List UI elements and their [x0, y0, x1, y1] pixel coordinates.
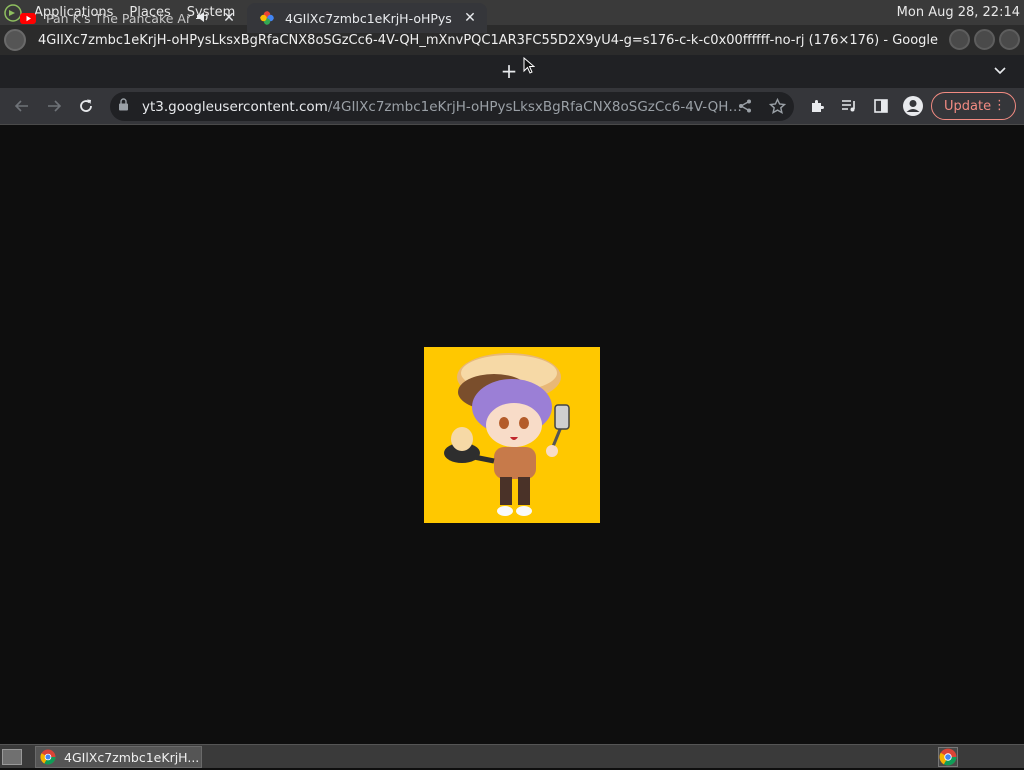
close-tab-icon[interactable]: ✕ [220, 9, 238, 27]
share-icon[interactable] [733, 94, 757, 118]
more-menu-icon[interactable]: ⋮ [993, 98, 1006, 114]
tab-image[interactable]: 4GIlXc7zmbc1eKrjH-oHPysLks ✕ [247, 3, 487, 33]
close-tab-icon[interactable]: ✕ [461, 9, 479, 27]
taskbar-window-label: 4GIlXc7zmbc1eKrjH... [64, 749, 200, 765]
mouse-pointer-icon [523, 57, 535, 74]
clock[interactable]: Mon Aug 28, 22:14 [897, 5, 1024, 20]
side-panel-icon[interactable] [869, 94, 893, 118]
window-title: 4GIlXc7zmbc1eKrjH-oHPysLksxBgRfaCNX8oSGz… [38, 32, 938, 48]
url-host: yt3.googleusercontent.com [142, 98, 328, 115]
chibi-chef-illustration [424, 347, 600, 523]
media-control-icon[interactable] [837, 94, 861, 118]
new-tab-button[interactable]: + [498, 59, 520, 83]
displayed-image[interactable] [424, 347, 600, 523]
taskbar-window-chrome[interactable]: 4GIlXc7zmbc1eKrjH... [35, 746, 202, 768]
profile-avatar-icon[interactable] [901, 94, 925, 118]
page-content [0, 126, 1024, 744]
reload-icon[interactable] [74, 94, 98, 118]
tray-chrome-icon[interactable] [938, 747, 958, 767]
minimize-button[interactable] [949, 29, 970, 50]
url-path: /4GIlXc7zmbc1eKrjH-oHPysLksxBgRfaCNX8oSG… [327, 98, 748, 115]
speaker-icon[interactable] [196, 10, 212, 27]
back-icon[interactable] [10, 94, 34, 118]
google-photos-icon [259, 10, 275, 26]
update-button[interactable]: Update ⋮ [931, 92, 1016, 120]
window-controls [949, 29, 1020, 50]
youtube-icon [20, 10, 36, 26]
bookmark-star-icon[interactable] [765, 94, 789, 118]
maximize-button[interactable] [974, 29, 995, 50]
address-bar[interactable]: yt3.googleusercontent.com /4GIlXc7zmbc1e… [110, 92, 794, 121]
tab-label: 4GIlXc7zmbc1eKrjH-oHPysLks [285, 10, 453, 26]
tab-search-chevron-icon[interactable] [990, 61, 1010, 81]
system-bottom-panel: 4GIlXc7zmbc1eKrjH... [0, 744, 1024, 768]
show-desktop-icon[interactable] [2, 749, 22, 765]
update-label: Update [944, 98, 992, 114]
tab-label: Pan K's The Pancake Artist [46, 10, 190, 26]
forward-icon[interactable] [42, 94, 66, 118]
chrome-icon [40, 749, 56, 765]
tab-youtube[interactable]: Pan K's The Pancake Artist ✕ [8, 3, 246, 33]
close-window-button[interactable] [999, 29, 1020, 50]
extensions-icon[interactable] [805, 94, 829, 118]
browser-toolbar: yt3.googleusercontent.com /4GIlXc7zmbc1e… [0, 88, 1024, 125]
lock-icon[interactable] [118, 98, 132, 115]
